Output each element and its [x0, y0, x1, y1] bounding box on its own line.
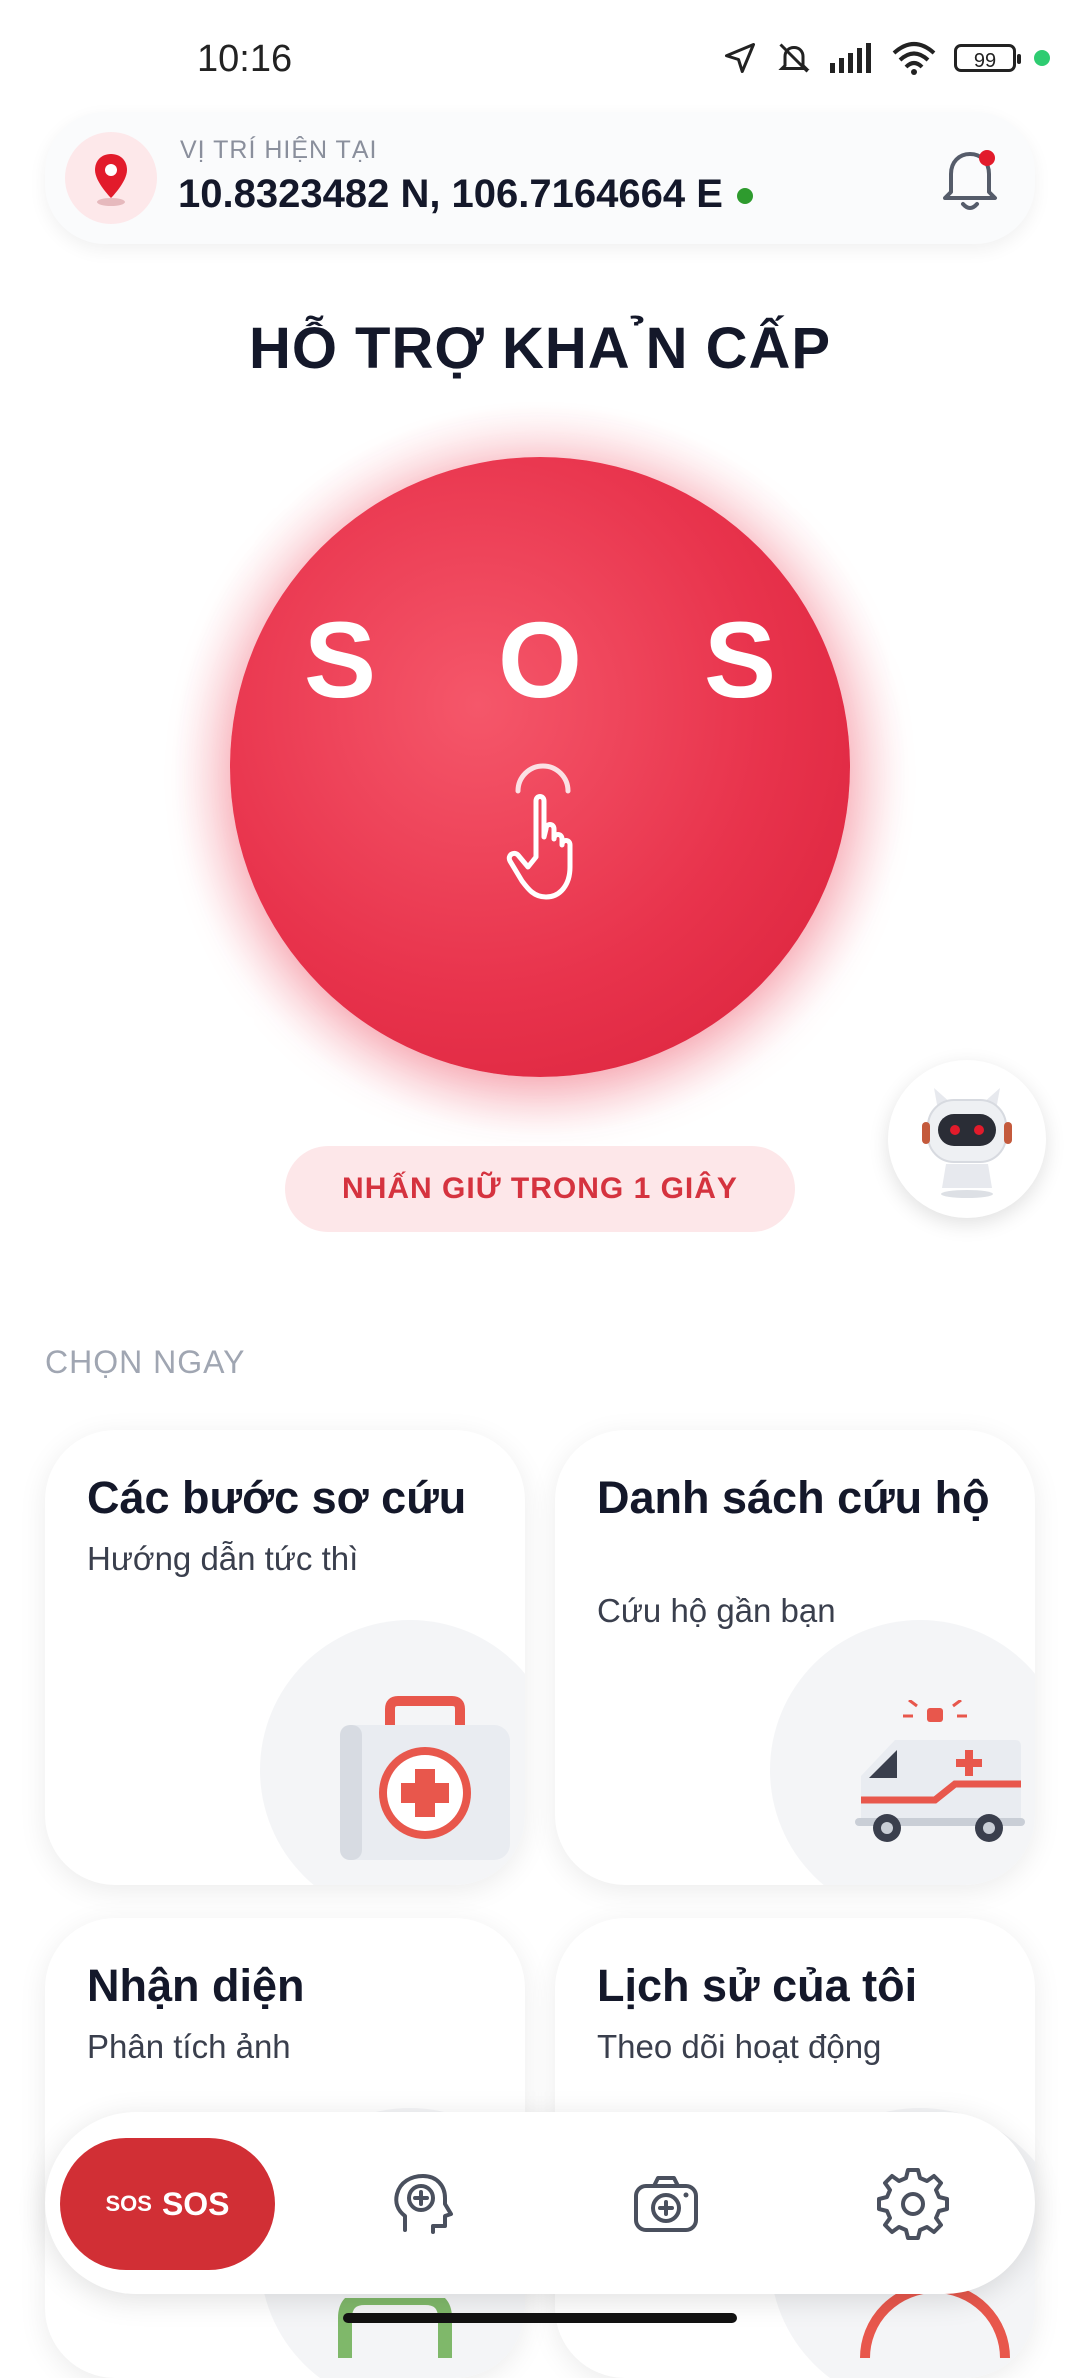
sos-button[interactable]: S O S: [230, 457, 850, 1077]
ambulance-icon: [855, 1700, 1025, 1842]
hold-hint: NHẤN GIỮ TRONG 1 GIÂY: [285, 1146, 795, 1232]
bell-icon: [943, 150, 997, 210]
card-subtitle: Cứu hộ gần bạn: [597, 1592, 836, 1629]
image-scan-icon: [338, 2298, 452, 2358]
home-indicator[interactable]: [343, 2313, 737, 2323]
location-label: VỊ TRÍ HIỆN TẠI: [180, 136, 378, 164]
status-bar: 10:16 99: [0, 0, 1080, 110]
camera-plus-icon[interactable]: [630, 2168, 702, 2240]
card-rescue-list[interactable]: Danh sách cứu hộ Cứu hộ gần bạn: [555, 1430, 1035, 1885]
card-title: Nhận diện: [87, 1960, 305, 2011]
notification-button[interactable]: [935, 140, 1005, 216]
wifi-icon: [892, 42, 936, 75]
battery-icon: 99: [954, 44, 1021, 72]
coordinates-text: 10.8323482 N, 106.7164664 E: [178, 172, 723, 216]
nav-sos-label: SOS: [161, 2185, 230, 2222]
card-first-aid[interactable]: Các bước sơ cứu Hướng dẫn tức thì: [45, 1430, 525, 1885]
location-pin-icon: [65, 132, 157, 224]
sos-badge-icon: SOS: [105, 2191, 152, 2216]
section-label: CHỌN NGAY: [45, 1344, 246, 1380]
ai-assistant-button[interactable]: [888, 1060, 1046, 1218]
location-arrow-icon: [725, 43, 755, 73]
status-time: 10:16: [197, 38, 293, 80]
signal-icon: [830, 43, 871, 73]
card-title: Các bước sơ cứu: [87, 1472, 467, 1523]
bell-off-icon: [778, 43, 810, 73]
card-subtitle: Hướng dẫn tức thì: [87, 1540, 359, 1577]
head-plus-icon[interactable]: [385, 2168, 457, 2240]
privacy-indicator-dot: [1034, 50, 1050, 66]
tap-hand-icon: [506, 763, 573, 900]
card-subtitle: Theo dõi hoạt động: [597, 2028, 882, 2065]
location-coordinates: 10.8323482 N, 106.7164664 E: [178, 172, 753, 217]
card-title: Danh sách cứu hộ: [597, 1472, 990, 1523]
status-icons: 99: [722, 40, 1050, 76]
card-title: Lịch sử của tôi: [597, 1960, 918, 2011]
robot-icon: [922, 1088, 1012, 1198]
nav-sos-button[interactable]: SOS SOS: [60, 2138, 275, 2270]
current-location-card[interactable]: VỊ TRÍ HIỆN TẠI 10.8323482 N, 106.716466…: [45, 112, 1035, 244]
page-title: HỖ TRỢ KHA ̉N CẤP: [248, 316, 832, 381]
bottom-navigation: SOS SOS: [45, 2112, 1035, 2294]
card-subtitle: Phân tích ảnh: [87, 2028, 291, 2065]
sos-button-label: S O S: [303, 599, 823, 720]
live-status-dot: [736, 188, 753, 205]
gear-icon[interactable]: [877, 2168, 949, 2240]
first-aid-kit-icon: [340, 1696, 510, 1860]
